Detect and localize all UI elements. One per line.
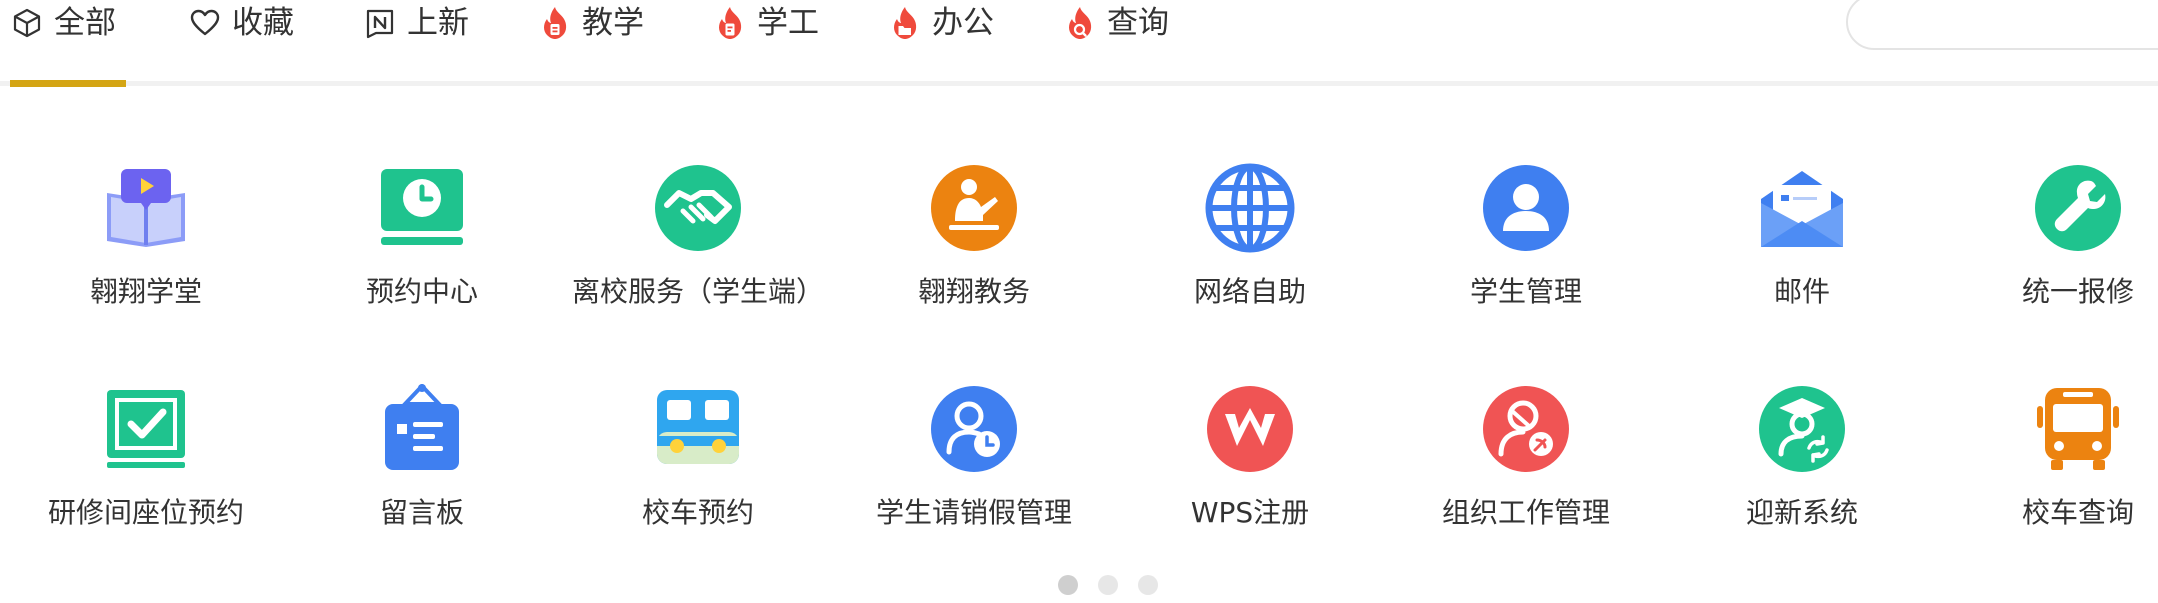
- app-label: 翱翔教务: [917, 275, 1030, 308]
- flame-icon: [538, 6, 572, 40]
- app-unified-repair[interactable]: 统一报修: [1958, 163, 2158, 308]
- app-label: 组织工作管理: [1441, 496, 1610, 529]
- person-clock-icon: [929, 384, 1019, 474]
- clock-monitor-icon: [377, 163, 467, 253]
- active-tab-indicator: [10, 80, 126, 87]
- app-message-board[interactable]: 留言板: [302, 384, 542, 529]
- wrench-icon: [2033, 163, 2123, 253]
- app-grid: 翱翔学堂 预约中心 离校服务（学生端） 翱翔教务 网络自助 学生管理 邮件 统一…: [0, 0, 2158, 603]
- pagination-dots: [1058, 575, 1158, 595]
- app-aoxiang-academic-affairs[interactable]: 翱翔教务: [854, 163, 1094, 308]
- wps-icon: [1205, 384, 1295, 474]
- app-student-management[interactable]: 学生管理: [1406, 163, 1646, 308]
- app-label: 预约中心: [365, 275, 478, 308]
- flame-icon: [713, 6, 747, 40]
- tab-student-affairs[interactable]: 学工: [713, 0, 819, 46]
- tab-all[interactable]: 全部: [10, 0, 116, 46]
- party-person-icon: [1481, 384, 1571, 474]
- app-study-room-seat-reservation[interactable]: 研修间座位预约: [26, 384, 266, 529]
- person-icon: [1481, 163, 1571, 253]
- flame-icon: [1063, 6, 1097, 40]
- tab-underline-track: [0, 81, 2158, 86]
- app-label: 统一报修: [2021, 275, 2134, 308]
- app-label: 网络自助: [1193, 275, 1306, 308]
- school-bus-icon: [2033, 384, 2123, 474]
- app-label: 邮件: [1773, 275, 1830, 308]
- flame-icon: [888, 6, 922, 40]
- page-dot-2[interactable]: [1098, 575, 1118, 595]
- globe-icon: [1205, 163, 1295, 253]
- app-student-leave-management[interactable]: 学生请销假管理: [854, 384, 1094, 529]
- app-shuttle-bus-query[interactable]: 校车查询: [1958, 384, 2158, 529]
- app-wps-registration[interactable]: WPS注册: [1130, 384, 1370, 529]
- tab-label: 查询: [1107, 4, 1169, 41]
- teacher-icon: [929, 163, 1019, 253]
- page-dot-1[interactable]: [1058, 575, 1078, 595]
- app-label: 迎新系统: [1745, 496, 1858, 529]
- app-mail[interactable]: 邮件: [1682, 163, 1922, 308]
- tab-new[interactable]: 上新: [363, 0, 469, 46]
- bus-icon: [653, 384, 743, 474]
- app-label: 校车预约: [641, 496, 754, 529]
- page-dot-3[interactable]: [1138, 575, 1158, 595]
- handshake-icon: [653, 163, 743, 253]
- message-board-icon: [377, 384, 467, 474]
- app-label: 校车查询: [2021, 496, 2134, 529]
- app-shuttle-bus-reservation[interactable]: 校车预约: [578, 384, 818, 529]
- search-input[interactable]: [1846, 0, 2158, 50]
- tab-teaching[interactable]: 教学: [538, 0, 644, 46]
- cube-icon: [10, 6, 44, 40]
- app-organization-work-management[interactable]: 组织工作管理: [1406, 384, 1646, 529]
- app-leaving-school-service[interactable]: 离校服务（学生端）: [572, 163, 824, 308]
- graduate-icon: [1757, 384, 1847, 474]
- app-label: 学生管理: [1469, 275, 1582, 308]
- app-label: 研修间座位预约: [47, 496, 244, 529]
- category-tabs: 全部 收藏 上新 教学 学工 办公 查询: [0, 0, 2158, 56]
- tab-label: 学工: [757, 4, 819, 41]
- app-aoxiang-classroom[interactable]: 翱翔学堂: [26, 163, 266, 308]
- tab-query[interactable]: 查询: [1063, 0, 1169, 46]
- app-label: 学生请销假管理: [875, 496, 1072, 529]
- app-freshman-welcome-system[interactable]: 迎新系统: [1682, 384, 1922, 529]
- open-book-video-icon: [101, 163, 191, 253]
- tab-label: 上新: [407, 4, 469, 41]
- tab-label: 收藏: [232, 4, 294, 41]
- app-network-self-service[interactable]: 网络自助: [1130, 163, 1370, 308]
- new-badge-icon: [363, 6, 397, 40]
- app-label: 留言板: [379, 496, 464, 529]
- app-label: 离校服务（学生端）: [572, 275, 825, 308]
- tab-favorites[interactable]: 收藏: [188, 0, 294, 46]
- tab-label: 办公: [932, 4, 994, 41]
- app-label: 翱翔学堂: [89, 275, 202, 308]
- tab-office[interactable]: 办公: [888, 0, 994, 46]
- mail-icon: [1757, 163, 1847, 253]
- checkbox-icon: [101, 384, 191, 474]
- app-reservation-center[interactable]: 预约中心: [302, 163, 542, 308]
- tab-label: 教学: [582, 4, 644, 41]
- tab-label: 全部: [54, 4, 116, 41]
- app-label: WPS注册: [1190, 496, 1310, 529]
- heart-icon: [188, 6, 222, 40]
